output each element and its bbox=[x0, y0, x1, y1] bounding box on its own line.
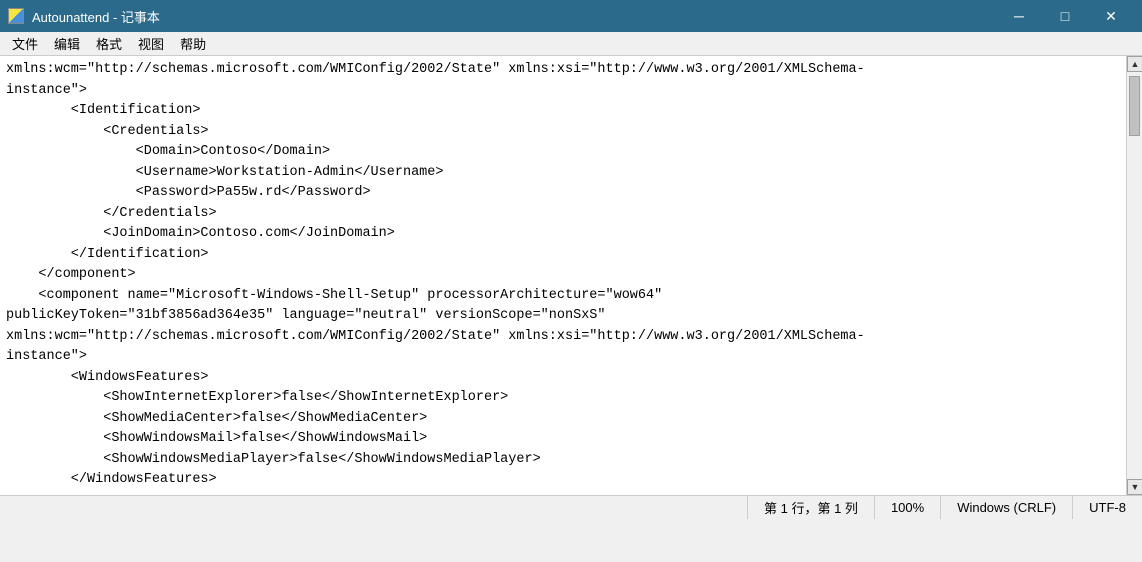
minimize-button[interactable]: ─ bbox=[996, 0, 1042, 32]
window-title: Autounattend - 记事本 bbox=[32, 7, 160, 26]
menu-bar: 文件 编辑 格式 视图 帮助 bbox=[0, 32, 1142, 56]
editor-content: xmlns:wcm="http://schemas.microsoft.com/… bbox=[6, 62, 865, 487]
maximize-button[interactable]: □ bbox=[1042, 0, 1088, 32]
title-bar-left: Autounattend - 记事本 bbox=[8, 7, 160, 26]
menu-edit[interactable]: 编辑 bbox=[46, 32, 88, 55]
scrollbar-right[interactable]: ▲ ▼ bbox=[1126, 56, 1142, 495]
editor-wrapper: xmlns:wcm="http://schemas.microsoft.com/… bbox=[0, 56, 1142, 495]
close-button[interactable]: ✕ bbox=[1088, 0, 1134, 32]
scroll-down-button[interactable]: ▼ bbox=[1127, 479, 1142, 495]
scrollbar-thumb[interactable] bbox=[1129, 76, 1140, 136]
menu-file[interactable]: 文件 bbox=[4, 32, 46, 55]
cursor-position: 第 1 行，第 1 列 bbox=[747, 496, 874, 519]
menu-help[interactable]: 帮助 bbox=[172, 32, 214, 55]
editor-text-area[interactable]: xmlns:wcm="http://schemas.microsoft.com/… bbox=[0, 56, 1126, 495]
zoom-level: 100% bbox=[874, 496, 940, 519]
scroll-up-button[interactable]: ▲ bbox=[1127, 56, 1142, 72]
status-bar: 第 1 行，第 1 列 100% Windows (CRLF) UTF-8 bbox=[0, 495, 1142, 519]
line-ending: Windows (CRLF) bbox=[940, 496, 1072, 519]
scrollbar-track[interactable] bbox=[1127, 72, 1142, 479]
menu-view[interactable]: 视图 bbox=[130, 32, 172, 55]
app-icon bbox=[8, 8, 24, 24]
title-bar-controls: ─ □ ✕ bbox=[996, 0, 1134, 32]
menu-format[interactable]: 格式 bbox=[88, 32, 130, 55]
encoding: UTF-8 bbox=[1072, 496, 1142, 519]
title-bar: Autounattend - 记事本 ─ □ ✕ bbox=[0, 0, 1142, 32]
